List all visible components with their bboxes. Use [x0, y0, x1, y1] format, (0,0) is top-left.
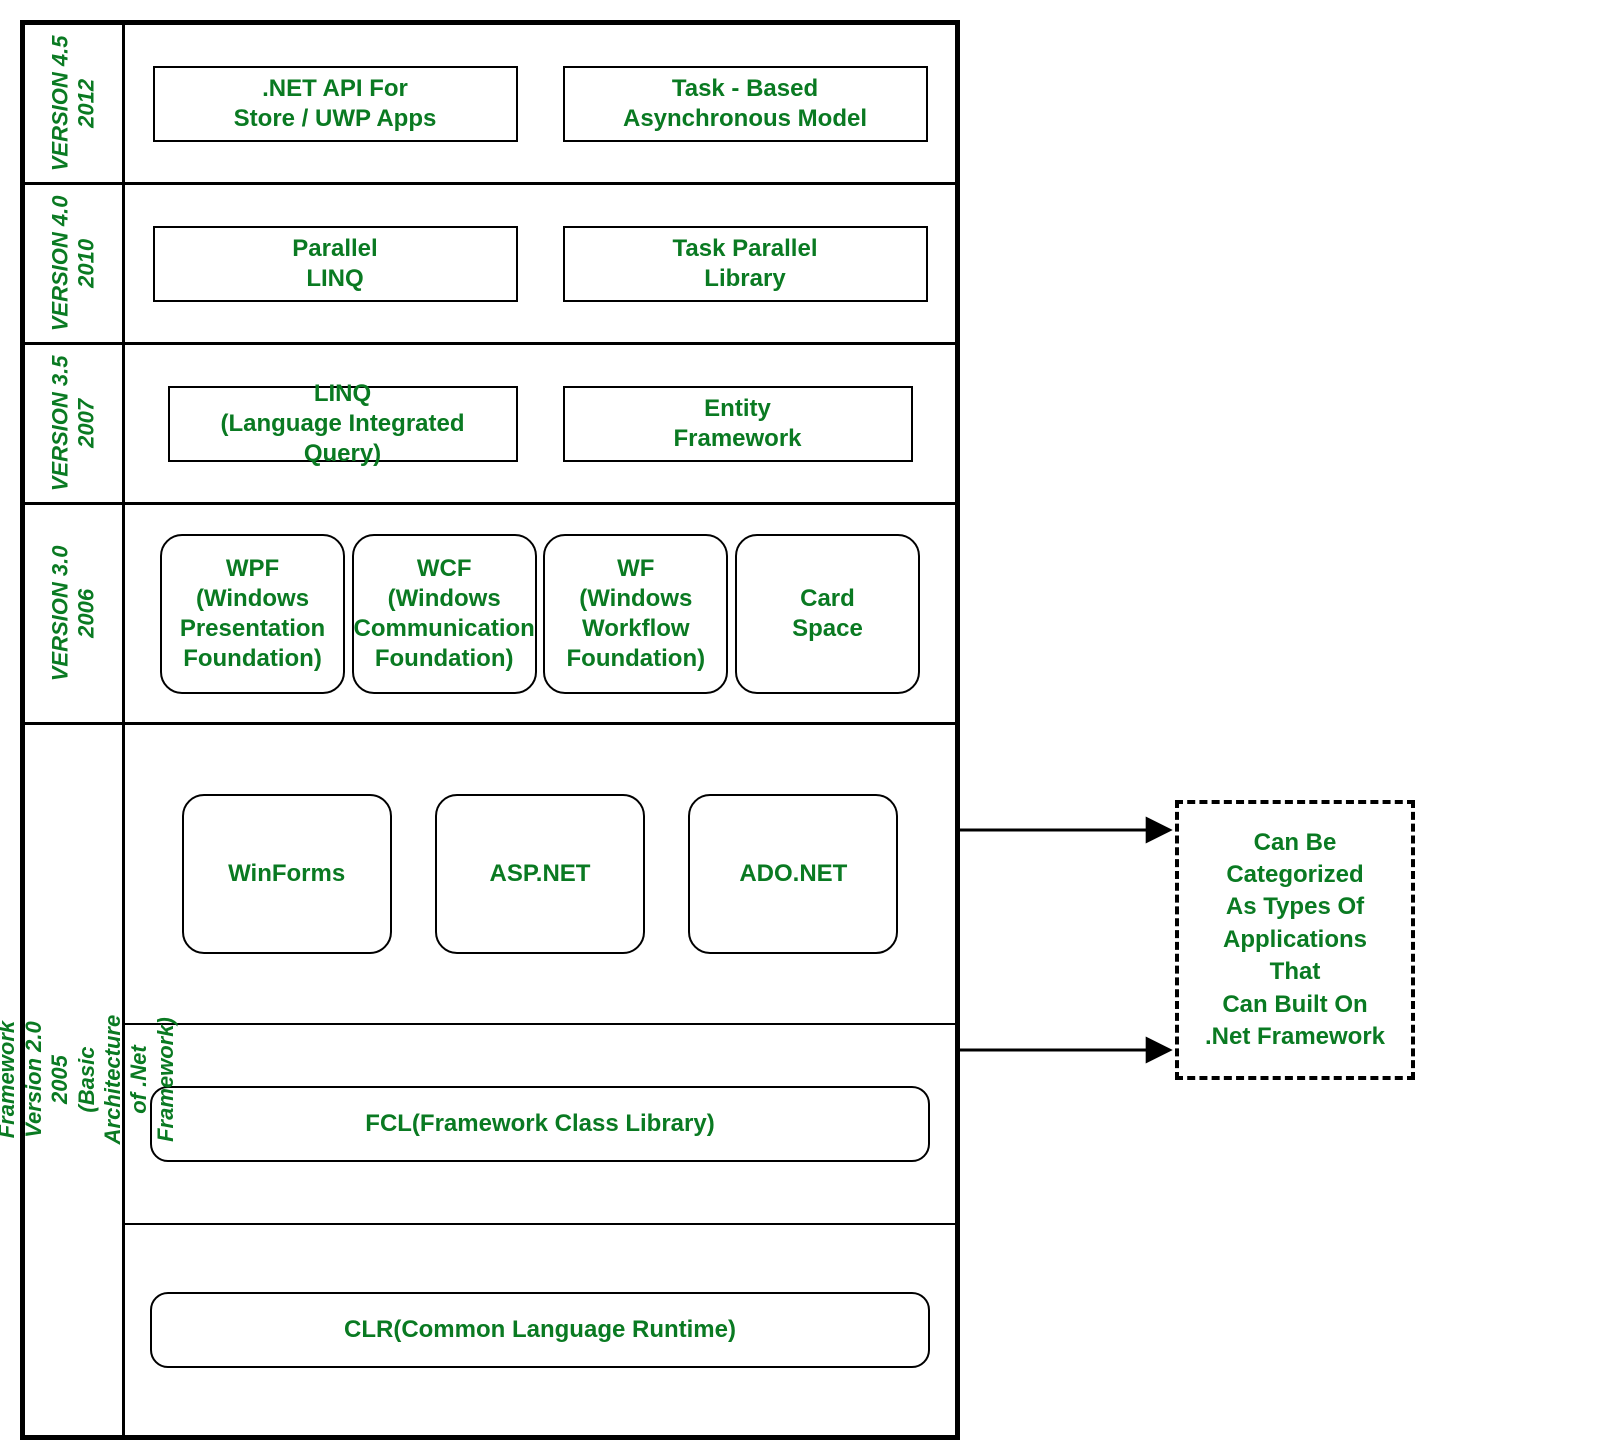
card-winforms: WinForms [182, 794, 392, 954]
row-v35: VERSION 3.52007 LINQ(Language Integrated… [25, 345, 955, 505]
card-wpf: WPF(WindowsPresentationFoundation) [160, 534, 345, 694]
box-net-api-store-uwp: .NET API ForStore / UWP Apps [153, 66, 518, 142]
version-45-label: VERSION 4.52012 [47, 36, 100, 172]
callout-application-types: Can BeCategorizedAs Types OfApplications… [1175, 800, 1415, 1080]
version-35-label: VERSION 3.52007 [47, 356, 100, 492]
box-parallel-linq: ParallelLINQ [153, 226, 518, 302]
card-wf: WF(WindowsWorkflowFoundation) [543, 534, 728, 694]
row-v45: VERSION 4.52012 .NET API ForStore / UWP … [25, 25, 955, 185]
box-linq: LINQ(Language Integrated Query) [168, 386, 518, 462]
row-v20: .NET Framework Version 2.02005(Basic Arc… [25, 725, 955, 1435]
version-20-label: .NET Framework Version 2.02005(Basic Arc… [0, 1015, 179, 1145]
box-task-parallel-library: Task ParallelLibrary [563, 226, 928, 302]
row-v40: VERSION 4.02010 ParallelLINQ Task Parall… [25, 185, 955, 345]
box-task-based-async: Task - BasedAsynchronous Model [563, 66, 928, 142]
row-v30: VERSION 3.02006 WPF(WindowsPresentationF… [25, 505, 955, 725]
card-wcf: WCF(WindowsCommunicationFoundation) [352, 534, 537, 694]
card-card-space: CardSpace [735, 534, 920, 694]
card-fcl: FCL(Framework Class Library) [150, 1086, 930, 1162]
box-entity-framework: EntityFramework [563, 386, 913, 462]
v20-applications-row: WinForms ASP.NET ADO.NET [125, 725, 955, 1025]
version-30-label: VERSION 3.02006 [47, 546, 100, 682]
version-40-label: VERSION 4.02010 [47, 196, 100, 332]
card-clr: CLR(Common Language Runtime) [150, 1292, 930, 1368]
card-aspnet: ASP.NET [435, 794, 645, 954]
dotnet-version-stack: VERSION 4.52012 .NET API ForStore / UWP … [20, 20, 960, 1440]
card-adonet: ADO.NET [688, 794, 898, 954]
